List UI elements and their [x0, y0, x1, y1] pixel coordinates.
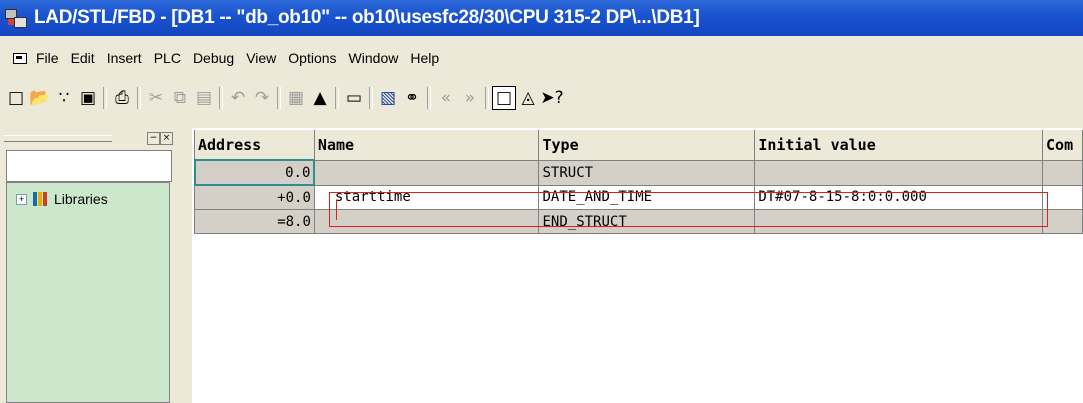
cell-initial-value[interactable] — [754, 160, 1044, 186]
window-title: LAD/STL/FBD - [DB1 -- "db_ob10" -- ob10\… — [34, 7, 700, 28]
menu-edit[interactable]: Edit — [70, 50, 96, 66]
cell-name[interactable] — [314, 209, 540, 234]
cut-icon[interactable]: ✂ — [144, 86, 168, 110]
cell-comment[interactable] — [1042, 185, 1083, 210]
panel-grip[interactable] — [4, 135, 112, 142]
cell-type[interactable]: END_STRUCT — [538, 209, 756, 234]
tree-item-label: Libraries — [54, 191, 108, 207]
copy-icon[interactable]: ⧉ — [168, 86, 192, 110]
accessible-nodes-icon[interactable]: ∵ — [52, 86, 76, 110]
tree-item-libraries[interactable]: + Libraries — [16, 191, 108, 207]
catalog-panel: − × + Libraries — [0, 128, 176, 403]
menu-view[interactable]: View — [245, 50, 277, 66]
libraries-icon — [33, 192, 49, 206]
menu-options[interactable]: Options — [287, 50, 337, 66]
print-icon[interactable]: ⎙ — [110, 86, 134, 110]
next-icon[interactable]: » — [458, 86, 482, 110]
help-icon[interactable]: ➤? — [540, 86, 564, 110]
data-view-icon[interactable]: ⚭ — [400, 86, 424, 110]
upload-icon[interactable]: ▲ — [308, 86, 332, 110]
expand-icon[interactable]: + — [16, 193, 27, 205]
declaration-view-icon[interactable]: ▧ — [376, 86, 400, 110]
menu-file[interactable]: File — [35, 50, 60, 66]
cell-comment[interactable] — [1042, 209, 1083, 234]
app-icon — [4, 7, 28, 29]
redo-icon[interactable]: ↷ — [250, 86, 274, 110]
panel-header: − × — [4, 130, 173, 146]
detail-view-icon[interactable]: ◬ — [516, 86, 540, 110]
cell-initial-value[interactable]: DT#07-8-15-8:0:0.000 — [754, 185, 1044, 210]
column-header-type[interactable]: Type — [538, 130, 756, 161]
save-icon[interactable]: ▣ — [76, 86, 100, 110]
declaration-table: Address Name Type Initial value Com 0.0 … — [193, 130, 1083, 234]
menu-bar: File Edit Insert PLC Debug View Options … — [0, 45, 1083, 71]
table-row: =8.0 END_STRUCT — [195, 209, 1083, 234]
cell-comment[interactable] — [1042, 160, 1083, 186]
cell-name[interactable] — [314, 160, 540, 186]
table-row: 0.0 STRUCT — [193, 159, 1083, 186]
declaration-table-area: Address Name Type Initial value Com 0.0 … — [192, 128, 1083, 403]
table-header-row: Address Name Type Initial value Com — [195, 130, 1083, 161]
cell-type[interactable]: DATE_AND_TIME — [538, 185, 756, 210]
cell-type[interactable]: STRUCT — [538, 160, 756, 186]
download-icon[interactable]: ▦ — [284, 86, 308, 110]
program-elements-tree: + Libraries — [6, 182, 170, 403]
cell-address[interactable]: =8.0 — [195, 209, 315, 234]
column-header-address[interactable]: Address — [195, 130, 315, 161]
column-header-initial-value[interactable]: Initial value — [754, 130, 1044, 161]
menu-insert[interactable]: Insert — [106, 50, 143, 66]
menu-debug[interactable]: Debug — [192, 50, 235, 66]
column-header-name[interactable]: Name — [314, 130, 540, 161]
paste-icon[interactable]: ▤ — [192, 86, 216, 110]
menu-plc[interactable]: PLC — [153, 50, 182, 66]
panel-search-area — [6, 150, 172, 182]
prev-icon[interactable]: « — [434, 86, 458, 110]
title-bar: LAD/STL/FBD - [DB1 -- "db_ob10" -- ob10\… — [0, 0, 1083, 36]
cell-address[interactable]: +0.0 — [195, 185, 315, 210]
cell-address[interactable]: 0.0 — [193, 159, 316, 186]
open-icon[interactable]: 📂 — [28, 86, 52, 110]
menu-window[interactable]: Window — [348, 50, 400, 66]
toolbar: □ 📂 ∵ ▣ ⎙ ✂ ⧉ ▤ ↶ ↷ ▦ ▲ ▭ ▧ ⚭ « » □ ◬ ➤? — [0, 82, 1083, 114]
cell-initial-value[interactable] — [754, 209, 1044, 234]
overview-icon[interactable]: □ — [492, 86, 516, 110]
panel-close-button[interactable]: × — [160, 132, 173, 145]
undo-icon[interactable]: ↶ — [226, 86, 250, 110]
column-header-comment[interactable]: Com — [1042, 130, 1083, 161]
panel-minimize-button[interactable]: − — [147, 132, 160, 145]
document-menu-icon[interactable] — [13, 52, 27, 64]
monitor-icon[interactable]: ▭ — [342, 86, 366, 110]
menu-help[interactable]: Help — [409, 50, 440, 66]
text-cursor — [336, 200, 337, 220]
table-row: +0.0 starttime DATE_AND_TIME DT#07-8-15-… — [195, 185, 1083, 210]
new-icon[interactable]: □ — [4, 86, 28, 110]
cell-name[interactable]: starttime — [314, 185, 540, 210]
